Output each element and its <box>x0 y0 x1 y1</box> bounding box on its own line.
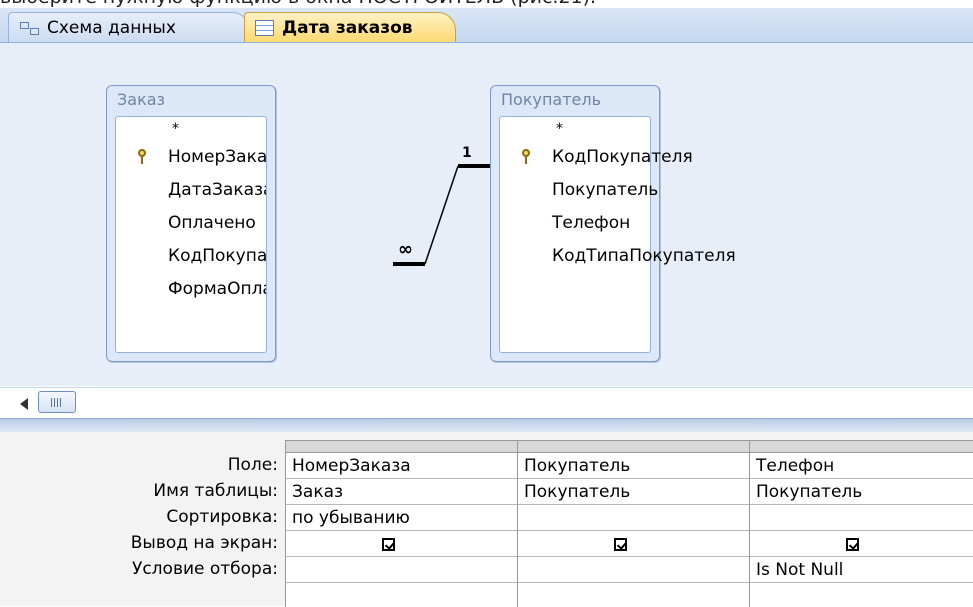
cell-table[interactable]: Покупатель <box>750 479 973 505</box>
document-tab-bar: Схема данных Дата заказов <box>0 8 973 43</box>
show-checkbox[interactable] <box>382 537 395 551</box>
cell-criteria[interactable] <box>518 557 749 583</box>
row-label-sort: Сортировка: <box>166 507 278 527</box>
relationships-icon <box>19 20 39 36</box>
cell-table[interactable]: Заказ <box>286 479 517 505</box>
show-checkbox[interactable] <box>614 537 627 551</box>
scroll-left-arrow-icon[interactable] <box>20 398 28 410</box>
cell-sort[interactable]: по убыванию <box>286 505 517 531</box>
row-label-criteria: Условие отбора: <box>131 559 278 579</box>
column-selector[interactable] <box>518 441 749 453</box>
grid-column[interactable]: НомерЗаказа Заказ по убыванию <box>286 441 518 607</box>
cell-show <box>750 531 973 557</box>
row-label-table: Имя таблицы: <box>153 481 278 501</box>
cell-sort[interactable] <box>518 505 749 531</box>
query-design-area: Заказ * НомерЗаказа ДатаЗаказа Оплачено … <box>0 43 973 386</box>
query-design-grid: Поле: Имя таблицы: Сортировка: Вывод на … <box>0 432 973 607</box>
grid-column[interactable]: Покупатель Покупатель <box>518 441 750 607</box>
horizontal-scrollbar[interactable] <box>0 387 973 418</box>
tab-relationships-label: Схема данных <box>47 17 176 38</box>
cell-field[interactable]: Покупатель <box>518 453 749 479</box>
show-checkbox[interactable] <box>846 537 859 551</box>
relationship-one-label: 1 <box>462 145 472 161</box>
cell-sort[interactable] <box>750 505 973 531</box>
grid-column[interactable]: Телефон Покупатель Is Not Null <box>750 441 973 607</box>
relationship-line[interactable]: 1 ∞ <box>0 43 973 386</box>
grid-row-labels: Поле: Имя таблицы: Сортировка: Вывод на … <box>0 452 282 582</box>
tab-relationships[interactable]: Схема данных <box>8 12 250 42</box>
cell-table[interactable]: Покупатель <box>518 479 749 505</box>
grid-columns: НомерЗаказа Заказ по убыванию Покупатель… <box>285 440 973 607</box>
cell-criteria[interactable] <box>286 557 517 583</box>
cell-show <box>286 531 517 557</box>
row-label-show: Вывод на экран: <box>130 533 278 553</box>
cell-field[interactable]: НомерЗаказа <box>286 453 517 479</box>
cell-criteria[interactable]: Is Not Null <box>750 557 973 583</box>
column-selector[interactable] <box>750 441 973 453</box>
pane-splitter[interactable] <box>0 418 973 433</box>
query-icon <box>255 19 274 36</box>
relationship-many-label: ∞ <box>398 239 413 260</box>
tab-query-order-date[interactable]: Дата заказов <box>244 12 456 42</box>
row-label-field: Поле: <box>227 455 278 475</box>
column-selector[interactable] <box>286 441 517 453</box>
cell-show <box>518 531 749 557</box>
tab-query-label: Дата заказов <box>282 17 413 38</box>
cell-field[interactable]: Телефон <box>750 453 973 479</box>
page-caption: выберите нужную функцию в окна ПОСТРОИТЕ… <box>0 0 973 8</box>
scroll-thumb[interactable] <box>38 391 76 413</box>
